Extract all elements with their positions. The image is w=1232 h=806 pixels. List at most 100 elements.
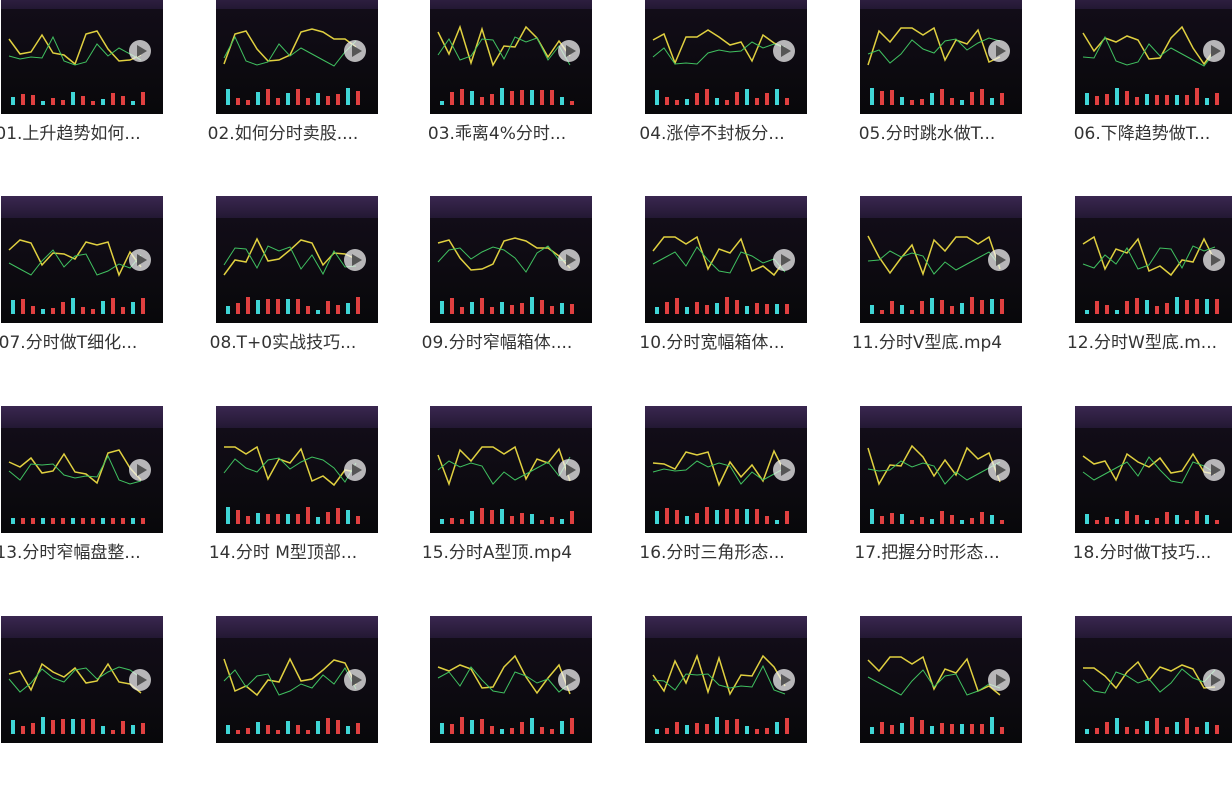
- video-thumbnail[interactable]: [216, 406, 378, 533]
- video-tile[interactable]: [617, 616, 807, 806]
- play-icon[interactable]: [344, 458, 366, 481]
- video-tile[interactable]: 17.把握分时形态...: [832, 406, 1022, 596]
- play-icon[interactable]: [344, 668, 366, 691]
- video-filename[interactable]: 02.如何分时卖股....: [188, 119, 378, 144]
- video-filename[interactable]: 06.下降趋势做T...: [1047, 119, 1232, 144]
- video-thumbnail[interactable]: [430, 0, 592, 114]
- video-tile[interactable]: [0, 616, 163, 806]
- play-icon[interactable]: [344, 39, 366, 62]
- video-thumbnail[interactable]: [645, 406, 807, 533]
- video-thumbnail[interactable]: [860, 616, 1022, 743]
- video-thumbnail[interactable]: [1, 0, 163, 114]
- play-icon[interactable]: [129, 39, 151, 62]
- video-filename[interactable]: 04.涨停不封板分...: [617, 119, 807, 144]
- video-tile[interactable]: 04.涨停不封板分...: [617, 0, 807, 177]
- play-icon[interactable]: [129, 248, 151, 271]
- average-line: [867, 669, 1001, 696]
- video-tile[interactable]: [1047, 616, 1232, 806]
- play-icon[interactable]: [988, 668, 1010, 691]
- video-tile[interactable]: 06.下降趋势做T...: [1047, 0, 1232, 177]
- volume-bar: [31, 518, 35, 524]
- play-icon[interactable]: [988, 39, 1010, 62]
- video-filename[interactable]: 13.分时窄幅盘整...: [0, 538, 163, 563]
- video-tile[interactable]: 10.分时宽幅箱体...: [617, 196, 807, 386]
- video-tile[interactable]: 02.如何分时卖股....: [188, 0, 378, 177]
- video-thumbnail[interactable]: [860, 196, 1022, 323]
- play-icon[interactable]: [773, 39, 795, 62]
- video-tile[interactable]: 15.分时A型顶.mp4: [402, 406, 592, 596]
- play-icon[interactable]: [988, 248, 1010, 271]
- video-tile[interactable]: 05.分时跳水做T...: [832, 0, 1022, 177]
- play-icon[interactable]: [344, 248, 366, 271]
- video-filename[interactable]: 16.分时三角形态...: [617, 538, 807, 563]
- play-icon[interactable]: [558, 458, 580, 481]
- video-filename[interactable]: 07.分时做T细化...: [0, 328, 163, 353]
- play-icon[interactable]: [558, 248, 580, 271]
- video-thumbnail[interactable]: [1075, 616, 1232, 743]
- video-filename[interactable]: 11.分时V型底.mp4: [832, 328, 1022, 353]
- play-icon[interactable]: [1203, 39, 1225, 62]
- volume-bar: [1205, 299, 1209, 314]
- video-filename[interactable]: 17.把握分时形态...: [832, 538, 1022, 563]
- volume-bar: [765, 516, 769, 524]
- play-icon[interactable]: [558, 39, 580, 62]
- video-tile[interactable]: 03.乖离4%分时...: [402, 0, 592, 177]
- video-thumbnail[interactable]: [645, 196, 807, 323]
- play-icon[interactable]: [558, 668, 580, 691]
- video-thumbnail[interactable]: [1075, 196, 1232, 323]
- volume-bar: [490, 94, 494, 105]
- play-icon[interactable]: [1203, 248, 1225, 271]
- play-icon[interactable]: [773, 668, 795, 691]
- video-thumbnail[interactable]: [1075, 0, 1232, 114]
- price-line: [223, 237, 357, 276]
- play-icon[interactable]: [773, 458, 795, 481]
- play-icon[interactable]: [1203, 668, 1225, 691]
- video-tile[interactable]: 11.分时V型底.mp4: [832, 196, 1022, 386]
- video-tile[interactable]: [188, 616, 378, 806]
- video-tile[interactable]: 07.分时做T细化...: [0, 196, 163, 386]
- video-tile[interactable]: 13.分时窄幅盘整...: [0, 406, 163, 596]
- video-thumbnail[interactable]: [645, 0, 807, 114]
- volume-bar: [51, 98, 55, 105]
- video-thumbnail[interactable]: [216, 0, 378, 114]
- video-tile[interactable]: [402, 616, 592, 806]
- video-filename[interactable]: 18.分时做T技巧...: [1047, 538, 1232, 563]
- play-icon[interactable]: [1203, 458, 1225, 481]
- play-icon[interactable]: [988, 458, 1010, 481]
- volume-bar: [1115, 88, 1119, 105]
- video-thumbnail[interactable]: [1, 406, 163, 533]
- video-filename[interactable]: 12.分时W型底.m...: [1047, 328, 1232, 353]
- video-thumbnail[interactable]: [216, 196, 378, 323]
- video-filename[interactable]: 05.分时跳水做T...: [832, 119, 1022, 144]
- play-icon[interactable]: [773, 248, 795, 271]
- video-tile[interactable]: 08.T+0实战技巧...: [188, 196, 378, 386]
- play-icon[interactable]: [129, 668, 151, 691]
- video-thumbnail[interactable]: [430, 196, 592, 323]
- video-tile[interactable]: 12.分时W型底.m...: [1047, 196, 1232, 386]
- video-filename[interactable]: 09.分时窄幅箱体....: [402, 328, 592, 353]
- video-filename[interactable]: 10.分时宽幅箱体...: [617, 328, 807, 353]
- video-tile[interactable]: 14.分时 M型顶部...: [188, 406, 378, 596]
- video-thumbnail[interactable]: [216, 616, 378, 743]
- video-tile[interactable]: [832, 616, 1022, 806]
- volume-bar: [306, 98, 310, 105]
- play-icon[interactable]: [129, 458, 151, 481]
- video-thumbnail[interactable]: [860, 406, 1022, 533]
- video-filename[interactable]: 03.乖离4%分时...: [402, 119, 592, 144]
- video-thumbnail[interactable]: [860, 0, 1022, 114]
- video-filename[interactable]: 08.T+0实战技巧...: [188, 328, 378, 353]
- video-tile[interactable]: 01.上升趋势如何...: [0, 0, 163, 177]
- video-tile[interactable]: 09.分时窄幅箱体....: [402, 196, 592, 386]
- video-filename[interactable]: 15.分时A型顶.mp4: [402, 538, 592, 563]
- video-thumbnail[interactable]: [1, 616, 163, 743]
- volume-bar: [745, 509, 749, 524]
- video-thumbnail[interactable]: [430, 616, 592, 743]
- video-thumbnail[interactable]: [1, 196, 163, 323]
- video-thumbnail[interactable]: [645, 616, 807, 743]
- video-tile[interactable]: 16.分时三角形态...: [617, 406, 807, 596]
- video-thumbnail[interactable]: [430, 406, 592, 533]
- video-filename[interactable]: 01.上升趋势如何...: [0, 119, 163, 144]
- video-thumbnail[interactable]: [1075, 406, 1232, 533]
- video-filename[interactable]: 14.分时 M型顶部...: [188, 538, 378, 563]
- video-tile[interactable]: 18.分时做T技巧...: [1047, 406, 1232, 596]
